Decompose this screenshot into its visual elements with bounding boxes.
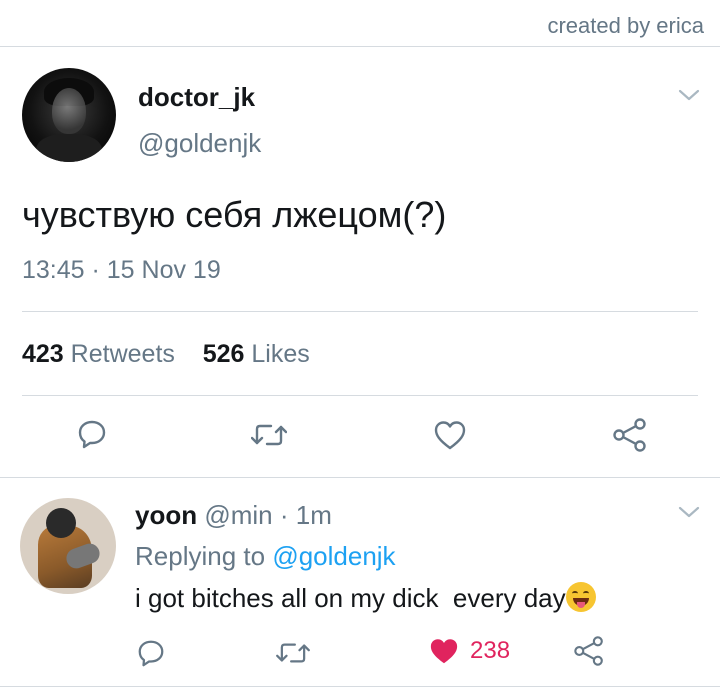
retweet-icon	[251, 424, 287, 446]
chevron-down-icon[interactable]	[678, 505, 700, 519]
stats-divider-top	[22, 311, 698, 312]
credit-label: created by erica	[547, 13, 704, 38]
tweet-timestamp[interactable]: 13:45 · 15 Nov 19	[22, 256, 221, 285]
reply-text-content: i got bitches all on my dick every day	[135, 583, 566, 613]
stats-divider-bottom	[22, 395, 698, 396]
author-avatar[interactable]	[22, 68, 116, 162]
tweet-text: чувствую себя лжецом(?)	[22, 194, 447, 235]
like-icon	[434, 421, 466, 450]
replying-prefix: Replying to	[135, 541, 266, 571]
share-icon	[574, 636, 603, 666]
share-button[interactable]	[612, 418, 648, 452]
likes-label[interactable]: Likes	[251, 340, 309, 368]
like-button[interactable]	[433, 419, 467, 451]
likes-count[interactable]: 526	[203, 340, 245, 368]
reply-share-button[interactable]	[573, 636, 605, 666]
reply-separator: ·	[279, 500, 289, 530]
reply-time[interactable]: 1m	[296, 500, 332, 530]
drooling-face-icon	[565, 582, 596, 612]
author-handle[interactable]: @goldenjk	[138, 128, 261, 159]
retweet-button[interactable]	[251, 421, 287, 449]
reply-text: i got bitches all on my dick every day	[135, 582, 596, 614]
tweet-stats: 423 Retweets 526 Likes	[22, 340, 310, 369]
reply-reply-button[interactable]	[136, 638, 166, 668]
reply-author-name[interactable]: yoon	[135, 500, 197, 530]
chevron-down-icon[interactable]	[678, 88, 700, 102]
reply-like-count: 238	[470, 637, 511, 664]
tweet-divider	[0, 477, 720, 478]
top-divider	[0, 46, 720, 47]
reply-author-avatar[interactable]	[20, 498, 116, 594]
reply-button[interactable]	[76, 418, 108, 450]
reply-like-button[interactable]: 238	[428, 636, 510, 666]
reply-icon	[138, 640, 164, 667]
retweet-icon	[276, 643, 310, 663]
retweets-label[interactable]: Retweets	[71, 340, 175, 368]
author-name[interactable]: doctor_jk	[138, 82, 255, 113]
retweets-count[interactable]: 423	[22, 340, 64, 368]
reply-header: yoon @min · 1m	[135, 500, 332, 531]
reply-icon	[78, 420, 106, 449]
replying-to: Replying to @goldenjk	[135, 541, 396, 572]
heart-filled-icon	[430, 639, 458, 664]
replying-mention-link[interactable]: @goldenjk	[272, 541, 395, 571]
reply-retweet-button[interactable]	[276, 640, 310, 666]
reply-author-handle[interactable]: @min	[204, 500, 272, 530]
bottom-divider	[0, 686, 720, 687]
share-icon	[613, 418, 646, 452]
